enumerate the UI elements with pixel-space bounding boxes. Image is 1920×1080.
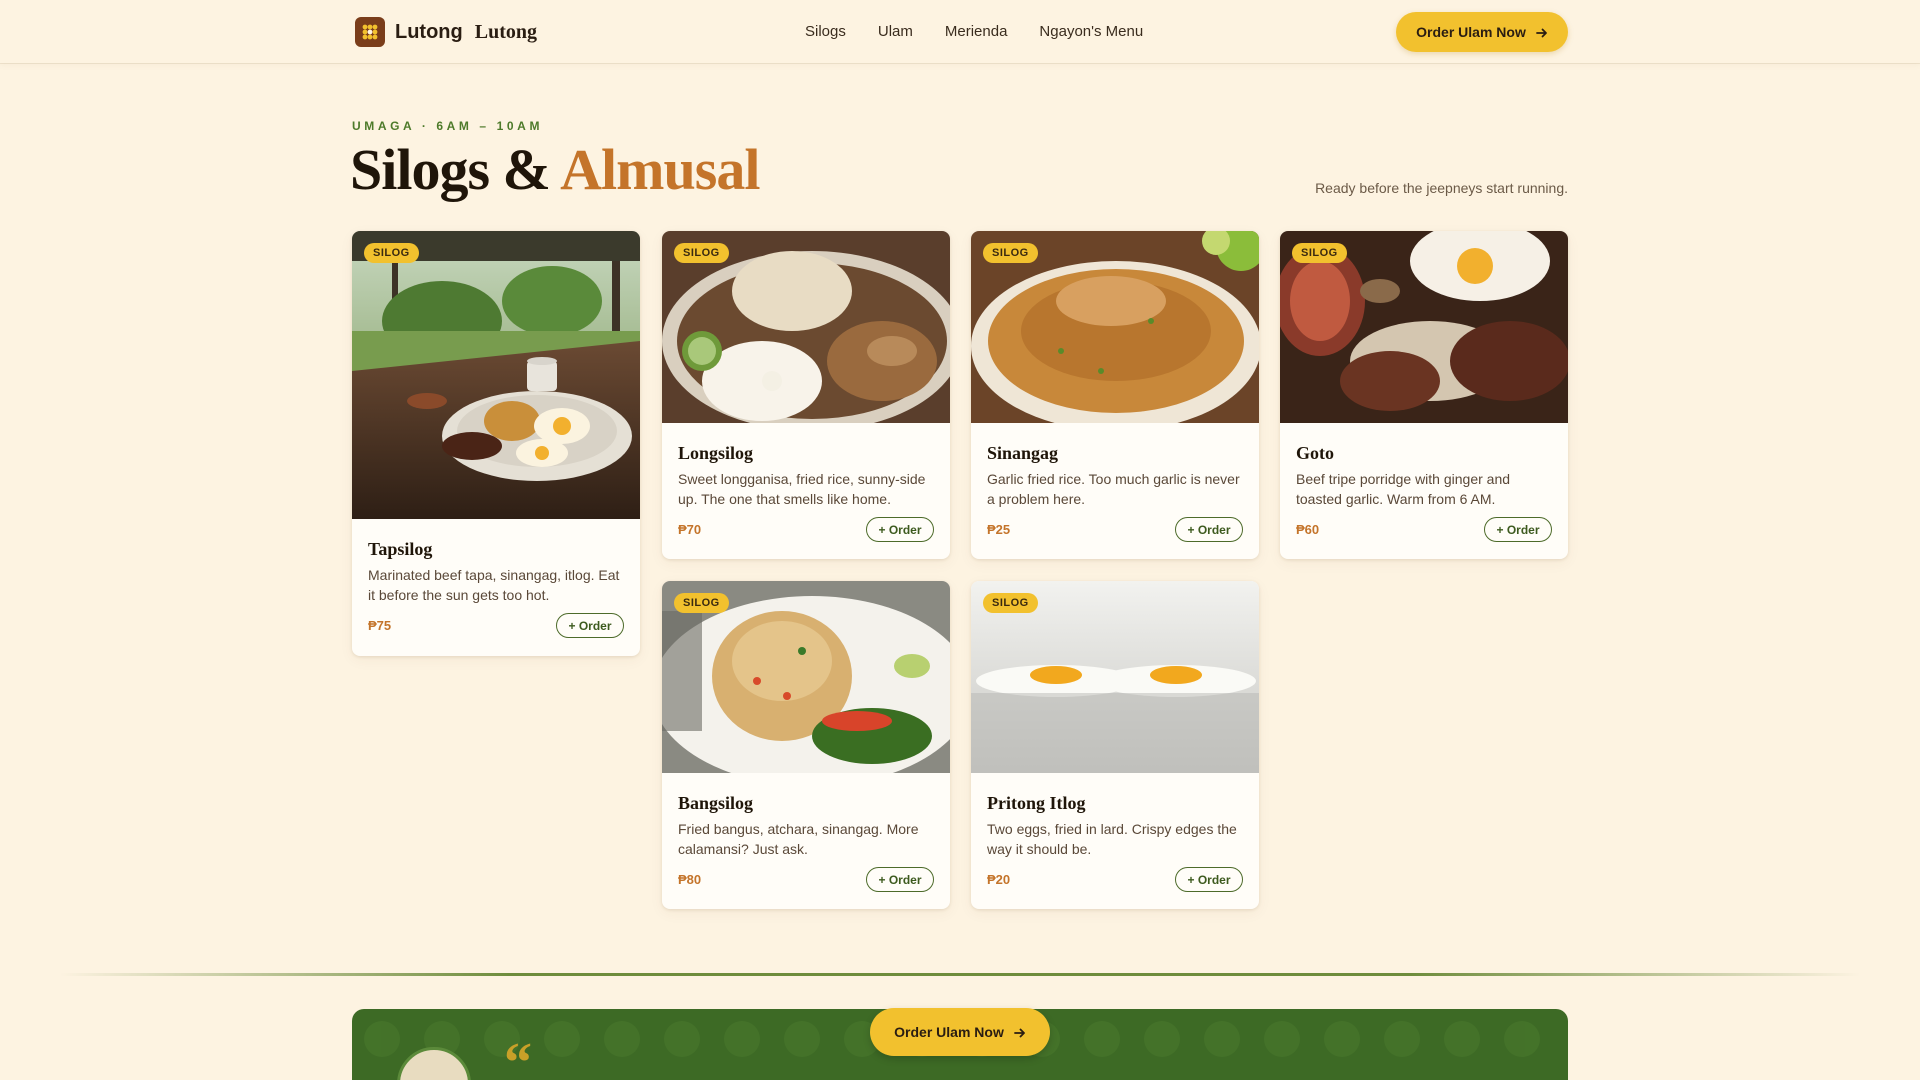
card-price: ₱75 xyxy=(368,618,392,633)
order-button[interactable]: + Order xyxy=(1175,517,1243,542)
section-divider xyxy=(60,973,1860,976)
brand[interactable]: Lutong Lutong xyxy=(355,17,537,47)
card-description: Sweet longganisa, fried rice, sunny-side… xyxy=(678,471,926,507)
section-title-main: Silogs & xyxy=(350,137,561,202)
nav-item-merienda[interactable]: Merienda xyxy=(945,22,1008,42)
card-price: ₱70 xyxy=(678,522,702,537)
card-description: Two eggs, fried in lard. Crispy edges th… xyxy=(987,821,1237,857)
nav-item-ngayons-menu[interactable]: Ngayon's Menu xyxy=(1039,22,1143,42)
order-button[interactable]: + Order xyxy=(866,867,934,892)
order-ulam-label: Order Ulam Now xyxy=(1416,24,1526,40)
menu-card-tapsilog[interactable]: SILOG Tapsilog Marinated beef tapa, sina… xyxy=(352,231,640,656)
nav-item-silogs[interactable]: Silogs xyxy=(805,22,846,42)
card-price: ₱25 xyxy=(987,522,1011,537)
arrow-right-icon xyxy=(1013,1026,1026,1038)
brand-logo-icon xyxy=(355,17,385,47)
menu-card-bangsilog[interactable]: SILOG Bangsilog Fried bangus, atchara, s… xyxy=(662,581,950,909)
order-ulam-floating-label: Order Ulam Now xyxy=(894,1024,1004,1040)
card-title: Longsilog xyxy=(678,443,754,463)
category-badge: SILOG xyxy=(983,593,1038,613)
card-description: Beef tripe porridge with ginger and toas… xyxy=(1296,471,1511,507)
card-title: Tapsilog xyxy=(368,539,433,559)
order-button[interactable]: + Order xyxy=(1484,517,1552,542)
food-photo xyxy=(352,231,640,519)
menu-card-longsilog[interactable]: SILOG Longsilog Sweet longganisa, fried … xyxy=(662,231,950,559)
brand-name: Lutong xyxy=(395,20,463,43)
card-price: ₱80 xyxy=(678,872,702,887)
order-ulam-button[interactable]: Order Ulam Now xyxy=(1396,12,1568,52)
card-price: ₱60 xyxy=(1296,522,1320,537)
order-button[interactable]: + Order xyxy=(556,613,624,638)
quote-icon: “ xyxy=(504,1032,532,1080)
card-description: Marinated beef tapa, sinangag, itlog. Ea… xyxy=(368,567,620,603)
category-badge: SILOG xyxy=(1292,243,1347,263)
main-nav: Silogs Ulam Merienda Ngayon's Menu xyxy=(805,22,1143,42)
card-description: Fried bangus, atchara, sinangag. More ca… xyxy=(678,821,919,857)
order-button[interactable]: + Order xyxy=(866,517,934,542)
menu-card-sinangag[interactable]: SILOG Sinangag Garlic fried rice. Too mu… xyxy=(971,231,1259,559)
brand-name-secondary: Lutong xyxy=(474,20,537,43)
card-title: Goto xyxy=(1296,443,1334,463)
card-title: Pritong Itlog xyxy=(987,793,1086,813)
arrow-right-icon xyxy=(1535,26,1548,38)
order-button[interactable]: + Order xyxy=(1175,867,1243,892)
section-title-accent: Almusal xyxy=(560,137,760,202)
section-title: Silogs & Almusal xyxy=(350,136,760,203)
nav-item-ulam[interactable]: Ulam xyxy=(878,22,913,42)
card-title: Sinangag xyxy=(987,443,1059,463)
card-description: Garlic fried rice. Too much garlic is ne… xyxy=(987,471,1240,507)
site-header: Lutong Lutong Silogs Ulam Merienda Ngayo… xyxy=(0,0,1920,63)
menu-card-goto[interactable]: SILOG Goto Beef tripe porridge with ging… xyxy=(1280,231,1568,559)
card-title: Bangsilog xyxy=(678,793,754,813)
category-badge: SILOG xyxy=(364,243,419,263)
category-badge: SILOG xyxy=(674,593,729,613)
order-ulam-floating-button[interactable]: Order Ulam Now xyxy=(870,1008,1050,1056)
card-price: ₱20 xyxy=(987,872,1011,887)
menu-card-pritong-itlog[interactable]: SILOG Pritong Itlog Two eggs, fried in l… xyxy=(971,581,1259,909)
category-badge: SILOG xyxy=(674,243,729,263)
section-tagline: Ready before the jeepneys start running. xyxy=(1315,180,1568,196)
category-badge: SILOG xyxy=(983,243,1038,263)
section-eyebrow: UMAGA · 6AM – 10AM xyxy=(352,119,544,133)
